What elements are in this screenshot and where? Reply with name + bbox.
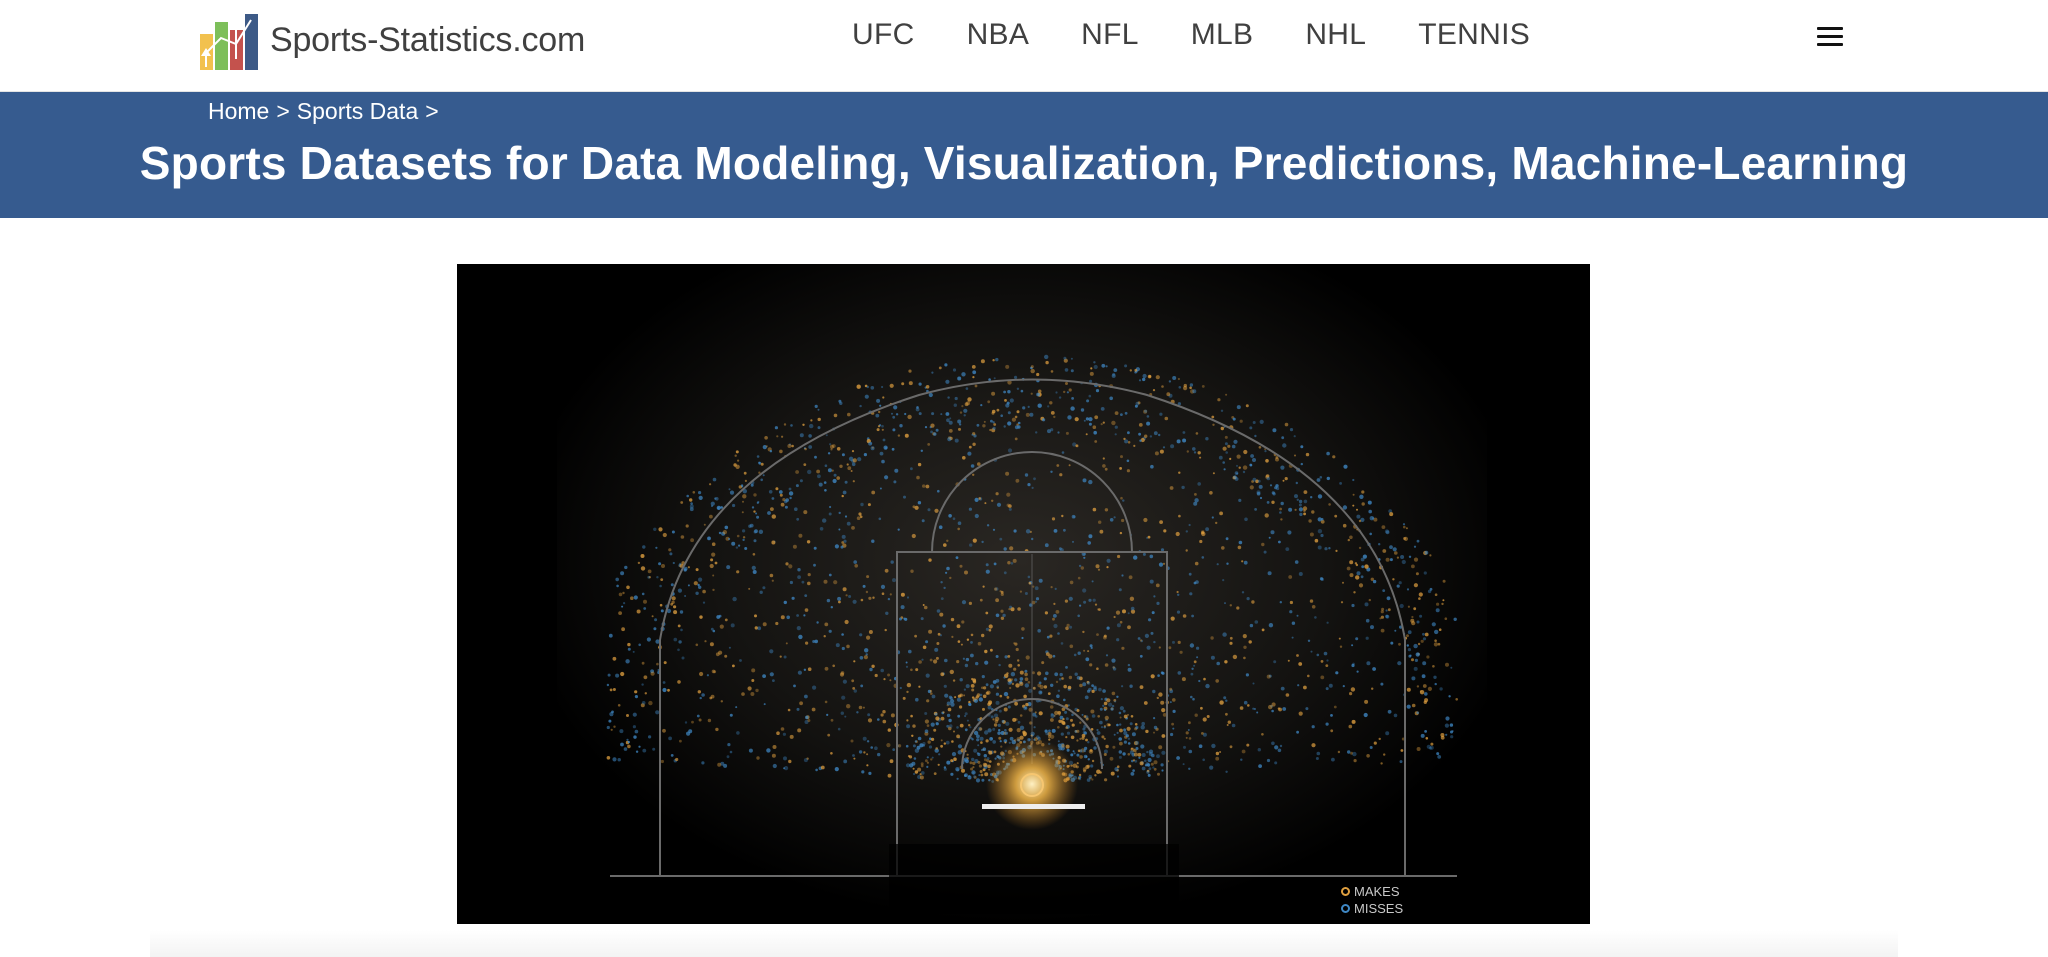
breadcrumb-home-link[interactable]: Home [208,98,269,125]
breadcrumb: Home > Sports Data > [208,98,446,125]
site-logo-link[interactable]: Sports-Statistics.com [198,8,585,72]
page-header: Home > Sports Data > Sports Datasets for… [0,92,2048,218]
nav-item-nhl[interactable]: NHL [1305,18,1366,52]
misses-dot-icon [1341,904,1350,913]
nav-item-ufc[interactable]: UFC [852,18,915,52]
main-nav: UFC NBA NFL MLB NHL TENNIS [852,18,1530,52]
breadcrumb-sports-data-link[interactable]: Sports Data [297,98,418,125]
nav-item-tennis[interactable]: TENNIS [1418,18,1530,52]
chart-legend: MAKES MISSES [1341,883,1403,917]
content-card-edge [150,930,1898,957]
shot-chart-image: MAKES MISSES [457,264,1590,924]
bar-chart-arrows-icon [200,14,258,70]
nav-item-nfl[interactable]: NFL [1081,18,1139,52]
nav-item-mlb[interactable]: MLB [1191,18,1254,52]
legend-misses: MISSES [1341,900,1403,917]
page-title: Sports Datasets for Data Modeling, Visua… [139,137,1909,189]
hamburger-icon[interactable] [1814,22,1846,54]
legend-makes: MAKES [1341,883,1403,900]
basketball-shot-chart [457,264,1590,924]
top-navbar: Sports-Statistics.com UFC NBA NFL MLB NH… [0,0,2048,92]
breadcrumb-separator: > [276,98,290,124]
legend-misses-label: MISSES [1354,901,1404,916]
nav-item-nba[interactable]: NBA [967,18,1030,52]
site-name: Sports-Statistics.com [270,20,586,59]
breadcrumb-separator: > [425,98,439,124]
legend-makes-label: MAKES [1354,884,1400,899]
makes-dot-icon [1341,887,1350,896]
